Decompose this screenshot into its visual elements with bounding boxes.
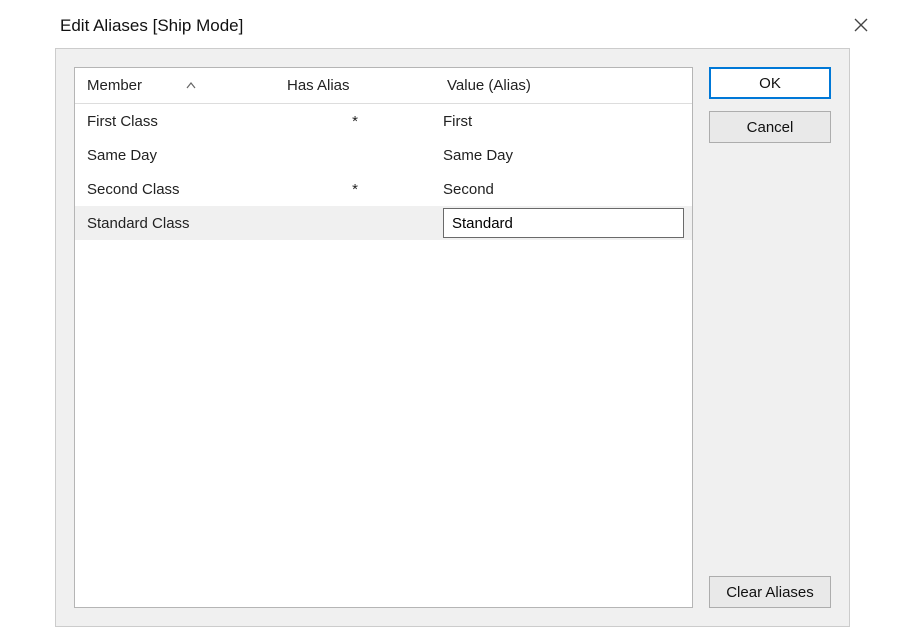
- table-header: Member Has Alias Value (Alias): [75, 68, 692, 104]
- cell-value-text: Second: [443, 181, 494, 198]
- sort-asc-icon: [186, 82, 196, 89]
- column-header-value-label: Value (Alias): [447, 77, 531, 94]
- cell-hasalias: *: [275, 181, 435, 198]
- cell-value-text: Same Day: [443, 147, 513, 164]
- spacer: [709, 155, 831, 564]
- clear-aliases-button[interactable]: Clear Aliases: [709, 576, 831, 608]
- cell-value[interactable]: First: [435, 113, 692, 130]
- button-column: OK Cancel Clear Aliases: [709, 67, 831, 608]
- dialog-title: Edit Aliases [Ship Mode]: [60, 16, 243, 36]
- column-header-value[interactable]: Value (Alias): [435, 68, 692, 103]
- table-row[interactable]: Standard Class: [75, 206, 692, 240]
- cell-member: Same Day: [75, 147, 275, 164]
- cell-value[interactable]: Second: [435, 181, 692, 198]
- column-header-member-label: Member: [87, 77, 142, 94]
- cell-member: Second Class: [75, 181, 275, 198]
- alias-table: Member Has Alias Value (Alias) First Cla…: [74, 67, 693, 608]
- cell-value[interactable]: [435, 208, 692, 238]
- close-icon: [854, 18, 868, 35]
- cancel-button[interactable]: Cancel: [709, 111, 831, 143]
- column-header-hasalias-label: Has Alias: [287, 77, 350, 94]
- cell-value[interactable]: Same Day: [435, 147, 692, 164]
- column-header-member[interactable]: Member: [75, 68, 275, 103]
- edit-aliases-dialog: Edit Aliases [Ship Mode] Member: [0, 0, 905, 637]
- cell-value-text: First: [443, 113, 472, 130]
- cell-member: First Class: [75, 113, 275, 130]
- cell-hasalias: *: [275, 113, 435, 130]
- content-area: Member Has Alias Value (Alias) First Cla…: [55, 48, 850, 627]
- table-body: First Class*FirstSame DaySame DaySecond …: [75, 104, 692, 607]
- ok-button[interactable]: OK: [709, 67, 831, 99]
- table-row[interactable]: Same Day Same Day: [75, 138, 692, 172]
- close-button[interactable]: [847, 12, 875, 40]
- titlebar: Edit Aliases [Ship Mode]: [0, 0, 905, 48]
- column-header-hasalias[interactable]: Has Alias: [275, 68, 435, 103]
- table-row[interactable]: Second Class* Second: [75, 172, 692, 206]
- alias-value-input[interactable]: [443, 208, 684, 238]
- cell-member: Standard Class: [75, 215, 275, 232]
- table-row[interactable]: First Class* First: [75, 104, 692, 138]
